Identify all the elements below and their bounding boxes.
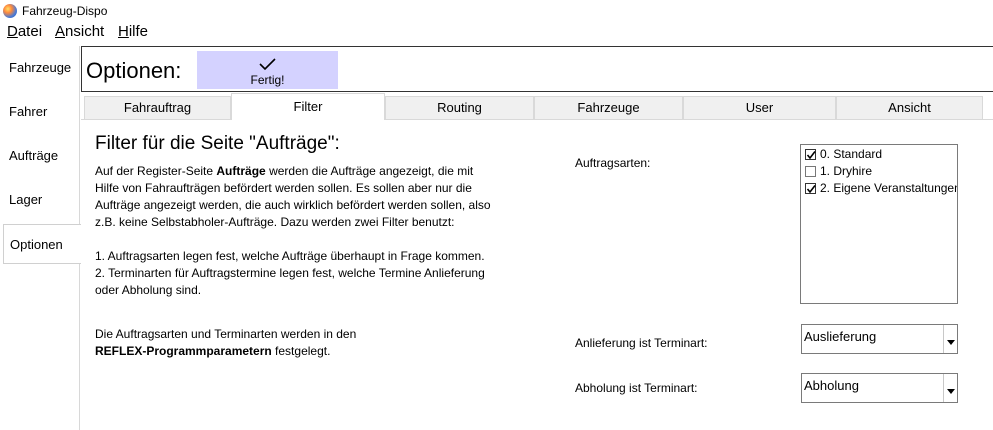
tab-filter[interactable]: Filter [231, 93, 385, 120]
delivery-select-value: Auslieferung [804, 329, 877, 344]
tab-routing[interactable]: Routing [385, 96, 534, 120]
pickup-select-value: Abholung [804, 378, 859, 393]
intro-text: Auf der Register-Seite Aufträge werden d… [95, 164, 491, 229]
page-title: Optionen: [86, 58, 182, 83]
checkbox-unchecked-icon[interactable] [805, 166, 816, 177]
sidebar-item-auftraege[interactable]: Aufträge [0, 136, 80, 176]
tab-bar: Fahrauftrag Filter Routing Fahrzeuge Use… [81, 93, 993, 120]
tab-panel-border [81, 119, 993, 120]
dropdown-arrow-icon[interactable] [943, 325, 957, 353]
window-title: Fahrzeug-Dispo [22, 4, 108, 18]
order-types-label: Auftragsarten: [575, 156, 651, 170]
menu-bar: Datei Ansicht Hilfe [0, 22, 993, 43]
dropdown-arrow-icon[interactable] [943, 374, 957, 402]
title-bar: Fahrzeug-Dispo [0, 0, 993, 22]
filter-explanation: 1. Auftragsarten legen fest, welche Auft… [95, 249, 485, 297]
pickup-select[interactable]: Abholung [801, 373, 958, 403]
config-note: Die Auftragsarten und Terminarten werden… [95, 327, 357, 358]
menu-hilfe[interactable]: Hilfe [118, 23, 148, 40]
done-button[interactable]: Fertig! [197, 51, 338, 89]
sidebar-item-optionen[interactable]: Optionen [3, 224, 81, 264]
checkbox-checked-icon[interactable] [805, 183, 816, 194]
sidebar-item-lager[interactable]: Lager [0, 180, 80, 220]
pickup-label: Abholung ist Terminart: [575, 381, 698, 395]
delivery-label: Anlieferung ist Terminart: [575, 336, 708, 350]
app-window: Fahrzeug-Dispo Datei Ansicht Hilfe Fahrz… [0, 0, 993, 430]
options-header: Optionen: Fertig! [81, 46, 993, 92]
sidebar-item-fahrer[interactable]: Fahrer [0, 92, 80, 132]
menu-datei[interactable]: Datei [7, 23, 42, 40]
checkbox-checked-icon[interactable] [805, 149, 816, 160]
menu-ansicht[interactable]: Ansicht [55, 23, 104, 40]
filter-heading: Filter für die Seite "Aufträge": [95, 133, 340, 154]
done-button-label: Fertig! [250, 73, 285, 87]
tab-user[interactable]: User [683, 96, 836, 120]
sidebar: Fahrzeuge Fahrer Aufträge Lager Optionen [0, 46, 81, 430]
tab-fahrauftrag[interactable]: Fahrauftrag [84, 96, 231, 120]
app-globe-icon [3, 4, 17, 18]
tab-fahrzeuge[interactable]: Fahrzeuge [534, 96, 683, 120]
tab-ansicht[interactable]: Ansicht [836, 96, 983, 120]
order-types-listbox[interactable]: 0. Standard 1. Dryhire 2. Eigene Veranst… [800, 144, 958, 304]
delivery-select[interactable]: Auslieferung [801, 324, 958, 354]
sidebar-item-fahrzeuge[interactable]: Fahrzeuge [0, 48, 80, 88]
